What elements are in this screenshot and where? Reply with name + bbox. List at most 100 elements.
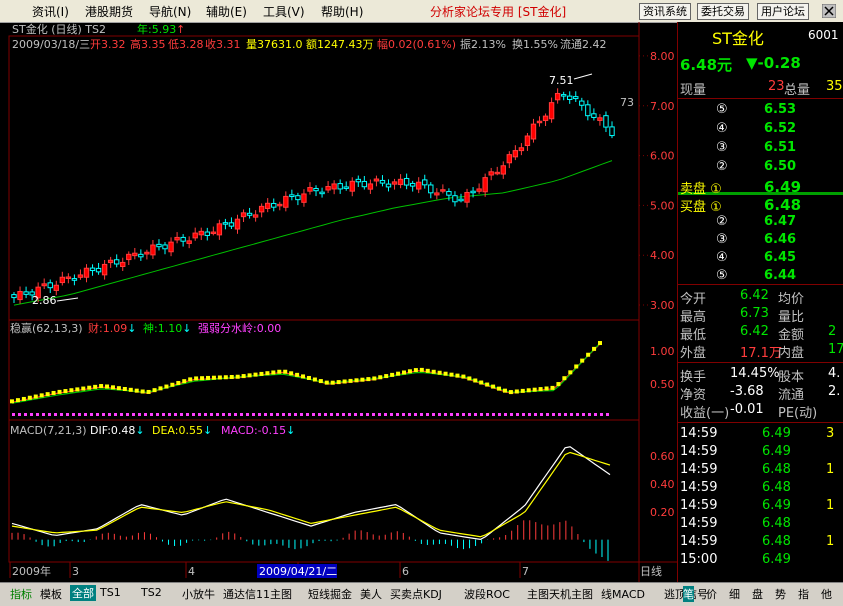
ind1-tick-1: 1.00 — [650, 345, 675, 358]
ma-line — [13, 160, 613, 306]
indicator1-block — [372, 376, 377, 381]
info-system-button[interactable]: 资讯系统 — [639, 3, 691, 20]
candle-body — [409, 182, 416, 187]
price-tick-label: 4.00 — [650, 249, 675, 262]
xianliang-value: 23 — [768, 79, 785, 94]
trade-button[interactable]: 委托交易 — [697, 3, 749, 20]
template-tab[interactable]: 买卖点KDJ — [390, 586, 442, 602]
candle-body — [210, 231, 217, 235]
indicator1-block — [301, 374, 306, 379]
tick-time: 14:59 — [680, 534, 718, 549]
candle-body — [53, 284, 59, 291]
candle-body — [512, 150, 519, 158]
candle-body — [591, 113, 597, 118]
menu-zixun[interactable]: 资讯(I) — [32, 3, 69, 20]
menu-ganggu[interactable]: 港股期货 — [85, 3, 133, 20]
macd-header: MACD(7,21,3) DIF:0.48↓ DEA:0.55↓ MACD:-0… — [10, 424, 295, 437]
menu-bangzhu[interactable]: 帮助(H) — [321, 3, 363, 20]
strength-baseline-dot — [366, 413, 369, 416]
candle-body — [65, 276, 72, 279]
candle-body — [307, 187, 313, 192]
bottom-tab-bar: 指标 模板 全部 TS1 TS2 小放牛 通达信11主图 短线掘金 美人 买卖点KDJ 波段ROC 主… — [0, 582, 843, 606]
candle-body — [180, 236, 186, 242]
forum-button[interactable]: 用户论坛 — [757, 3, 809, 20]
template-tab[interactable]: 小放牛 — [182, 586, 215, 602]
indicator1-block — [431, 369, 436, 374]
template-tab[interactable]: 主图天机主图 — [527, 586, 593, 602]
indicator1-block — [479, 380, 484, 385]
strength-baseline-dot — [270, 413, 273, 416]
bid-level-label: ② — [716, 214, 728, 229]
bid-level-label: 买盘 ① — [680, 200, 722, 215]
strength-baseline-dot — [156, 413, 159, 416]
indicator1-block — [449, 372, 454, 377]
stat-label: 均价 — [778, 292, 805, 307]
indicator1-block — [211, 375, 216, 380]
template-tab[interactable]: 短线掘金 — [308, 586, 352, 602]
quote-view-tab[interactable]: 势 — [775, 586, 786, 602]
quote-view-tab[interactable]: 价 — [706, 586, 717, 602]
candle-body — [494, 171, 500, 175]
template-tab[interactable]: 通达信11主图 — [223, 586, 292, 602]
indicator1-block — [318, 379, 323, 384]
strength-baseline-dot — [414, 413, 417, 416]
template-tab[interactable]: 美人 — [360, 586, 382, 602]
candle-body — [373, 178, 380, 182]
kline-chart-area[interactable]: 8.007.006.005.004.003.00 2009年34567 ST金化… — [0, 22, 677, 582]
indicator1-block — [544, 386, 549, 391]
window-title: 分析家论坛专用 [ST金化] — [430, 5, 567, 19]
candle-body — [301, 193, 307, 203]
stat-value: 2 — [828, 324, 837, 339]
quote-view-tab[interactable]: 他 — [821, 586, 832, 602]
strength-baseline-dot — [480, 413, 483, 416]
indicator1-block — [188, 377, 193, 382]
menu-daohang[interactable]: 导航(N) — [149, 3, 191, 20]
candle-body — [567, 95, 573, 101]
fund-label: PE(动) — [778, 406, 818, 421]
quote-view-tab[interactable]: 细 — [729, 586, 740, 602]
ind1-tick-2: 0.50 — [650, 378, 675, 391]
candle-body — [150, 244, 156, 256]
template-tab[interactable]: TS2 — [141, 586, 162, 599]
ask-level-label: ③ — [716, 140, 728, 155]
indicator1-series-line — [11, 342, 601, 404]
candle-body — [355, 178, 362, 183]
template-tab[interactable]: 全部 — [70, 585, 96, 601]
bar-info-line: 2009/03/18/三 开3.32 高3.35 低3.28 收3.31 量37… — [12, 37, 607, 51]
quote-view-tab[interactable]: 笔 — [683, 586, 694, 602]
template-tab[interactable]: TS1 — [100, 586, 121, 599]
strength-baseline-dot — [468, 413, 471, 416]
indicator1-block — [75, 387, 80, 392]
strength-baseline-dot — [294, 413, 297, 416]
quote-view-tab[interactable]: 盘 — [752, 586, 763, 602]
indicator1-block — [592, 346, 597, 351]
indicator1-block — [502, 388, 507, 393]
strength-baseline-dot — [510, 413, 513, 416]
indicator1-block — [63, 389, 68, 394]
strength-baseline-dot — [426, 413, 429, 416]
indicator1-block — [514, 389, 519, 394]
strength-baseline-dot — [450, 413, 453, 416]
candle-body — [47, 282, 53, 289]
close-icon[interactable] — [822, 4, 836, 18]
indicator1-block — [312, 377, 317, 382]
strength-baseline-dot — [72, 413, 75, 416]
template-tab[interactable]: 指标 — [10, 586, 32, 602]
candle-body — [560, 94, 567, 97]
indicator1-block — [170, 382, 175, 387]
menu-fuzhu[interactable]: 辅助(E) — [206, 3, 247, 20]
template-tab[interactable]: 线MACD — [601, 586, 645, 602]
indicator1-block — [105, 384, 110, 389]
template-tab[interactable]: 波段ROC — [464, 586, 510, 602]
candle-body — [579, 100, 585, 106]
candle-body — [174, 236, 180, 241]
candle-body — [428, 184, 434, 194]
quote-view-tab[interactable]: 指 — [798, 586, 809, 602]
candle-body — [542, 115, 549, 122]
menu-gongju[interactable]: 工具(V) — [263, 3, 305, 20]
candle-body — [470, 190, 476, 194]
template-tab[interactable]: 模板 — [40, 586, 62, 602]
strength-baseline-dot — [336, 413, 339, 416]
xianliang-label: 现量 — [680, 83, 707, 98]
candle-body — [204, 231, 210, 236]
